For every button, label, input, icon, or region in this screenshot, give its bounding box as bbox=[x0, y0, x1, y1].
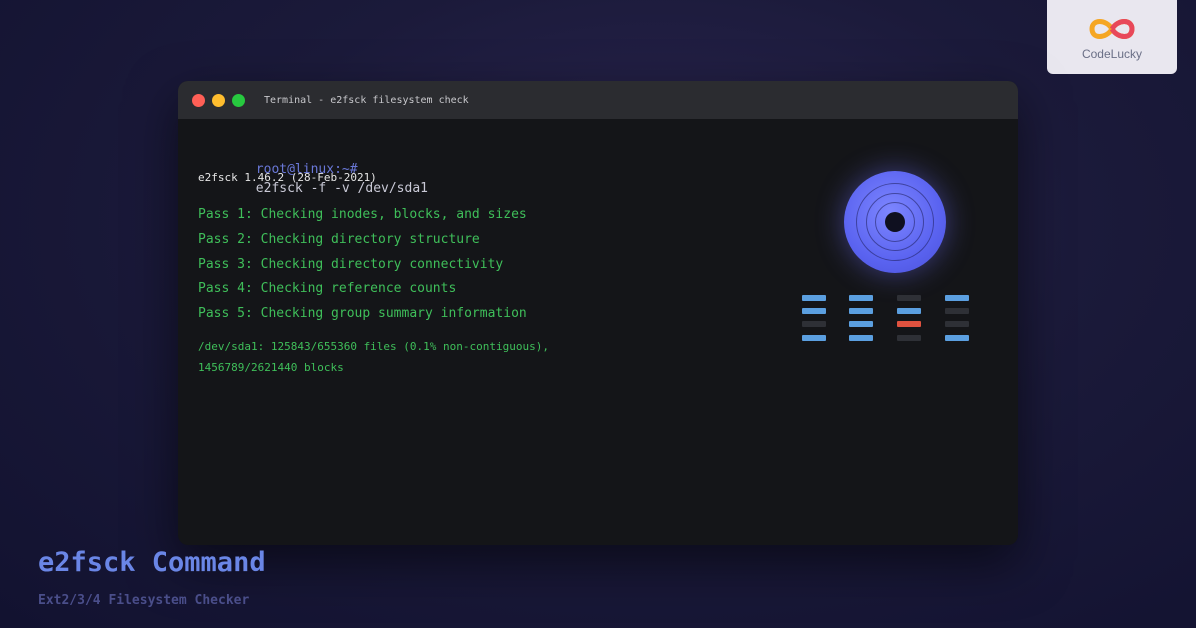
page-subtitle: Ext2/3/4 Filesystem Checker bbox=[38, 593, 250, 608]
disk-block bbox=[802, 295, 826, 301]
pass-line-4: Pass 4: Checking reference counts bbox=[198, 281, 457, 296]
disk-block bbox=[802, 308, 826, 314]
terminal-window: Terminal - e2fsck filesystem check root@… bbox=[178, 81, 1018, 545]
disk-block bbox=[897, 335, 921, 341]
disk-block bbox=[945, 295, 969, 301]
infinity-logo-icon bbox=[1089, 19, 1135, 39]
codelucky-logo: CodeLucky bbox=[1047, 0, 1177, 74]
pass-line-5: Pass 5: Checking group summary informati… bbox=[198, 306, 527, 321]
disk-block bbox=[849, 295, 873, 301]
disk-block bbox=[897, 308, 921, 314]
window-title: Terminal - e2fsck filesystem check bbox=[264, 94, 469, 106]
maximize-button[interactable] bbox=[232, 93, 245, 107]
close-button[interactable] bbox=[192, 93, 205, 107]
version-line: e2fsck 1.46.2 (28-Feb-2021) bbox=[198, 171, 377, 184]
pass-line-3: Pass 3: Checking directory connectivity bbox=[198, 257, 504, 272]
disk-block bbox=[945, 321, 969, 327]
disk-icon bbox=[844, 171, 946, 273]
disk-block bbox=[802, 335, 826, 341]
disk-block bbox=[897, 295, 921, 301]
pass-line-1: Pass 1: Checking inodes, blocks, and siz… bbox=[198, 207, 527, 222]
logo-text: CodeLucky bbox=[1081, 47, 1143, 61]
disk-block bbox=[897, 321, 921, 327]
disk-block bbox=[849, 321, 873, 327]
minimize-button[interactable] bbox=[212, 93, 225, 107]
pass-line-2: Pass 2: Checking directory structure bbox=[198, 232, 480, 247]
page-title: e2fsck Command bbox=[38, 547, 266, 578]
summary-line-2: 1456789/2621440 blocks bbox=[198, 361, 344, 374]
terminal-titlebar: Terminal - e2fsck filesystem check bbox=[178, 81, 1018, 119]
disk-block bbox=[802, 321, 826, 327]
disk-block bbox=[945, 308, 969, 314]
disk-block bbox=[849, 308, 873, 314]
summary-line-1: /dev/sda1: 125843/655360 files (0.1% non… bbox=[198, 340, 549, 353]
disk-block bbox=[849, 335, 873, 341]
disk-block bbox=[945, 335, 969, 341]
